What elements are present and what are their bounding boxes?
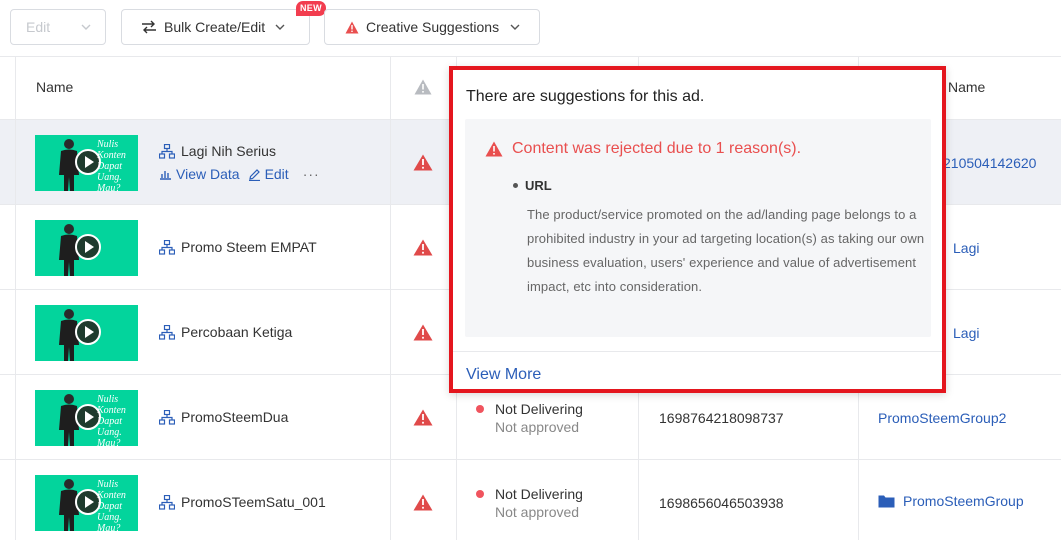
table-row[interactable]: Nulis Konten Dapat Uang. Mau? PromoSTeem… (0, 460, 1061, 540)
ad-group-link[interactable]: Lagi (953, 240, 979, 256)
ad-id: 1698656046503938 (659, 495, 784, 511)
view-data-link[interactable]: View Data (159, 166, 240, 182)
status-label: Not Delivering (495, 486, 583, 502)
chevron-down-icon (81, 24, 91, 30)
toolbar: Edit Bulk Create/Edit NEW Creative Sugge… (0, 0, 1061, 56)
hierarchy-icon (159, 324, 175, 340)
warning-icon[interactable] (413, 239, 433, 256)
ad-name-label: Percobaan Ketiga (181, 324, 293, 340)
thumbnail-text: Nulis Konten Dapat Uang. Mau? (97, 394, 126, 446)
warning-icon[interactable] (413, 154, 433, 171)
bulk-create-edit-label: Bulk Create/Edit (164, 19, 266, 35)
new-badge: NEW (296, 1, 326, 16)
bar-chart-icon (160, 171, 171, 180)
delivery-status: Not Delivering Not approved (476, 401, 583, 435)
reason-title-label: URL (525, 178, 552, 193)
status-sub-label: Not approved (495, 419, 580, 435)
ad-name-label: PromoSteemDua (181, 409, 289, 425)
ad-group-link[interactable]: 210504142620 (943, 155, 1036, 171)
ad-thumbnail[interactable]: Nulis Konten Dapat Uang. Mau? (35, 390, 138, 446)
edit-dropdown[interactable]: Edit (10, 9, 106, 45)
rejection-text: Content was rejected due to 1 reason(s). (512, 140, 802, 157)
ad-name[interactable]: Lagi Nih Serius (159, 143, 276, 159)
view-data-label: View Data (176, 166, 240, 182)
rejection-panel: Content was rejected due to 1 reason(s).… (465, 119, 931, 337)
ad-group-link[interactable]: Lagi (953, 325, 979, 341)
ad-group-link[interactable]: PromoSteemGroup2 (878, 410, 1006, 426)
more-icon[interactable]: ··· (303, 166, 320, 182)
warning-icon (345, 21, 359, 33)
column-header-ad-group-name[interactable]: Name (948, 79, 985, 95)
ad-name-label: Lagi Nih Serius (181, 143, 276, 159)
ad-name[interactable]: Percobaan Ketiga (159, 324, 292, 340)
warning-icon[interactable] (413, 494, 433, 511)
ad-id: 1698764218098737 (659, 410, 784, 426)
view-more-link[interactable]: View More (466, 366, 541, 384)
delivery-status: Not Delivering Not approved (476, 486, 583, 520)
bullet-icon (513, 183, 518, 188)
reason-description: The product/service promoted on the ad/l… (527, 207, 925, 294)
edit-link[interactable]: Edit (248, 166, 289, 182)
swap-arrows-icon (142, 20, 156, 34)
edit-label: Edit (264, 166, 289, 182)
hierarchy-icon (159, 409, 175, 425)
ad-group-label: PromoSteemGroup (903, 493, 1024, 509)
creative-suggestions-label: Creative Suggestions (366, 19, 500, 35)
warning-icon (485, 141, 503, 157)
thumbnail-text: Nulis Konten Dapat Uang. Mau? (97, 139, 126, 191)
suggestions-popover: There are suggestions for this ad. Conte… (449, 66, 946, 393)
ad-name[interactable]: Promo Steem EMPAT (159, 239, 317, 255)
status-label: Not Delivering (495, 401, 583, 417)
ad-name[interactable]: PromoSTeemSatu_001 (159, 494, 326, 510)
thumbnail-text: Nulis Konten Dapat Uang. Mau? (97, 479, 126, 531)
creative-suggestions-button[interactable]: Creative Suggestions (324, 9, 540, 45)
chevron-down-icon (275, 24, 285, 30)
bulk-create-edit-button[interactable]: Bulk Create/Edit (121, 9, 310, 45)
rejection-heading: Content was rejected due to 1 reason(s). (485, 140, 801, 158)
hierarchy-icon (159, 494, 175, 510)
reason-title: URL (513, 178, 552, 193)
status-dot (476, 405, 484, 413)
row-actions: View Data Edit ··· (159, 166, 320, 182)
status-sub-label: Not approved (495, 504, 580, 520)
play-icon[interactable] (75, 319, 101, 345)
pencil-icon (248, 168, 260, 181)
popover-title: There are suggestions for this ad. (466, 88, 705, 105)
ad-thumbnail[interactable] (35, 220, 138, 276)
ad-thumbnail[interactable] (35, 305, 138, 361)
warning-icon[interactable] (413, 324, 433, 341)
ad-thumbnail[interactable]: Nulis Konten Dapat Uang. Mau? (35, 135, 138, 191)
play-icon[interactable] (75, 234, 101, 260)
hierarchy-icon (159, 239, 175, 255)
column-divider (390, 56, 391, 540)
status-dot (476, 490, 484, 498)
chevron-down-icon (510, 24, 520, 30)
warning-icon (414, 79, 432, 95)
popover-divider (453, 351, 942, 352)
ad-name[interactable]: PromoSteemDua (159, 409, 288, 425)
ad-name-label: PromoSTeemSatu_001 (181, 494, 326, 510)
column-header-name[interactable]: Name (36, 79, 73, 95)
warning-icon[interactable] (413, 409, 433, 426)
ad-name-label: Promo Steem EMPAT (181, 239, 317, 255)
column-divider (15, 56, 16, 540)
hierarchy-icon (159, 143, 175, 159)
ad-thumbnail[interactable]: Nulis Konten Dapat Uang. Mau? (35, 475, 138, 531)
folder-icon (878, 495, 895, 508)
edit-dropdown-label: Edit (26, 19, 51, 35)
ad-group-link[interactable]: PromoSteemGroup (878, 493, 1024, 509)
